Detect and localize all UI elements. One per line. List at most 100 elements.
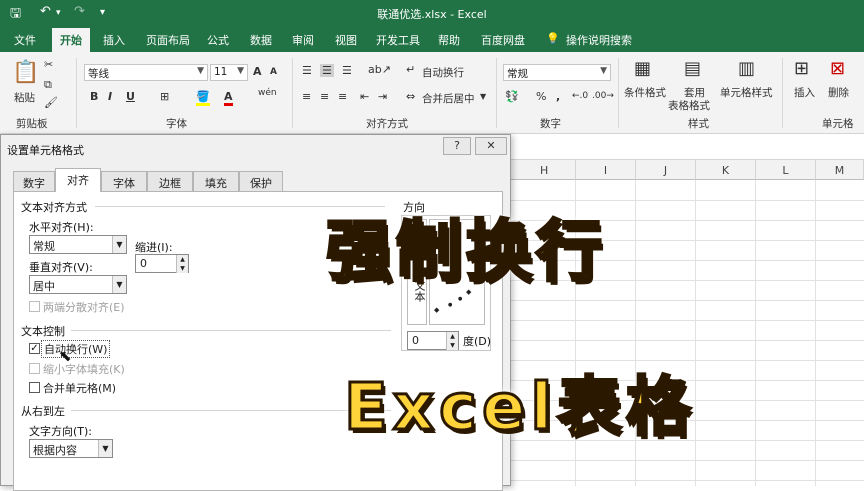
text-direction-select[interactable]: 根据内容 ▼ [29,439,113,458]
shrink-font-button[interactable]: A [270,67,277,77]
overlay-title: 强制换行 [325,212,606,292]
vertical-align-label: 垂直对齐(V): [29,261,93,274]
comma-button[interactable]: , [556,90,560,103]
cell-styles-icon[interactable]: ▥ [738,58,755,79]
spin-up-icon: ▲ [176,255,188,264]
dialog-tab-fill[interactable]: 填充 [193,171,239,191]
chevron-down-icon[interactable]: ▼ [480,92,486,101]
dialog-tab-font[interactable]: 字体 [101,171,147,191]
tab-baidu-netdisk[interactable]: 百度网盘 [481,32,525,48]
tab-home[interactable]: 开始 [52,28,90,52]
conditional-formatting-icon[interactable]: ▦ [634,58,651,79]
align-top-icon[interactable]: ☰ [302,64,312,77]
number-format-combo[interactable]: 常规 ▼ [503,64,611,81]
paste-icon[interactable]: 📋 [12,60,39,85]
wrap-text-icon[interactable]: ↵ [406,63,415,76]
column-header-m[interactable]: M [816,160,864,180]
orientation-icon[interactable]: ab↗ [368,63,391,76]
indent-spinner[interactable]: 0 ▲ ▼ [135,254,189,273]
underline-button[interactable]: U [126,90,135,103]
wrap-text-label[interactable]: 自动换行(W) [41,340,111,358]
wrap-text-checkbox[interactable]: ✓ [29,343,40,354]
tab-review[interactable]: 审阅 [292,32,314,48]
text-direction-label: 文字方向(T): [29,425,93,438]
tab-developer[interactable]: 开发工具 [376,32,420,48]
shrink-to-fit-checkbox[interactable] [29,363,40,374]
tab-page-layout[interactable]: 页面布局 [146,32,190,48]
grow-font-button[interactable]: A [253,65,262,78]
justify-distributed-checkbox[interactable] [29,301,40,312]
increase-indent-icon[interactable]: ⇥ [378,90,387,103]
shrink-to-fit-label: 缩小字体填充(K) [43,363,125,376]
borders-icon[interactable]: ⊞ [160,90,169,103]
format-as-table-line2[interactable]: 表格格式 [668,98,710,113]
merge-cells-label: 合并单元格(M) [43,382,117,395]
paste-label: 粘贴 [14,92,35,104]
align-left-icon[interactable]: ≡ [302,90,311,103]
decrease-indent-icon[interactable]: ⇤ [360,90,369,103]
bold-button[interactable]: B [90,90,98,103]
dialog-tab-number[interactable]: 数字 [13,171,55,191]
justify-distributed-label: 两端分散对齐(E) [43,301,125,314]
delete-cells-icon[interactable]: ⊠ [830,58,845,79]
insert-cells-button[interactable]: 插入 [794,85,815,100]
tab-data[interactable]: 数据 [250,32,272,48]
increase-decimal-icon[interactable]: ←.0 [572,91,588,101]
dialog-tab-protection[interactable]: 保护 [239,171,283,191]
format-painter-icon[interactable]: 🖌 [44,96,58,109]
degrees-label: 度(D) [463,335,492,348]
horizontal-align-select[interactable]: 常规 ▼ [29,235,127,254]
percent-button[interactable]: % [536,90,546,103]
group-font-label: 字体 [166,118,187,130]
column-header-l[interactable]: L [756,160,816,180]
horizontal-align-label: 水平对齐(H): [29,221,94,234]
delete-cells-button[interactable]: 删除 [828,85,849,100]
dial-point-icon: ● [458,296,463,302]
font-name-combo[interactable]: 等线 ▼ [84,64,208,81]
column-header-k[interactable]: K [696,160,756,180]
chevron-down-icon: ▼ [197,66,204,76]
dialog-tab-alignment[interactable]: 对齐 [55,168,101,192]
phonetic-icon[interactable]: wén [258,88,277,98]
tab-formulas[interactable]: 公式 [207,32,229,48]
tell-me-search[interactable]: 操作说明搜索 [566,32,632,48]
merge-center-button[interactable]: 合并后居中 [422,91,475,106]
group-cells-label: 单元格 [822,118,854,130]
column-header-h[interactable]: H [508,160,576,180]
rtl-section: 从右到左 [21,405,65,418]
font-size-combo[interactable]: 11 ▼ [210,64,248,81]
align-middle-icon[interactable]: ☰ [320,64,334,77]
vertical-align-select[interactable]: 居中 ▼ [29,275,127,294]
italic-button[interactable]: I [108,90,112,103]
cell-styles-button[interactable]: 单元格样式 [720,85,773,100]
font-color-icon[interactable]: A [224,90,233,106]
wrap-text-button[interactable]: 自动换行 [422,65,464,80]
group-alignment-label: 对齐方式 [366,118,408,130]
align-right-icon[interactable]: ≡ [338,90,347,103]
column-header-j[interactable]: J [636,160,696,180]
cut-icon[interactable]: ✂ [44,58,53,71]
column-header-i[interactable]: I [576,160,636,180]
fill-color-icon[interactable]: 🪣 [196,90,210,106]
merge-cells-checkbox[interactable] [29,382,40,393]
text-control-section: 文本控制 [21,325,65,338]
tab-insert[interactable]: 插入 [103,32,125,48]
close-button[interactable]: ✕ [475,137,507,155]
window-title: 联通优选.xlsx - Excel [377,8,487,21]
decrease-decimal-icon[interactable]: .00→ [592,91,614,101]
conditional-formatting-button[interactable]: 条件格式 [624,85,666,100]
dialog-tab-border[interactable]: 边框 [147,171,193,191]
tab-view[interactable]: 视图 [335,32,357,48]
format-as-table-icon[interactable]: ▤ [684,58,701,79]
insert-cells-icon[interactable]: ⊞ [794,58,809,79]
tab-help[interactable]: 帮助 [438,32,460,48]
align-center-icon[interactable]: ≡ [320,90,329,103]
ribbon: 📋 粘贴 ✂ ⧉ 🖌 剪贴板 等线 ▼ 11 ▼ A A B I U ⊞ 🪣 A w… [0,52,864,134]
tab-file[interactable]: 文件 [14,32,36,48]
copy-icon[interactable]: ⧉ [44,78,52,92]
accounting-format-icon[interactable]: 💱 [505,90,519,103]
degrees-spinner[interactable]: 0 ▲ ▼ [407,331,459,350]
merge-center-icon[interactable]: ⇔ [406,90,415,103]
help-button[interactable]: ? [443,137,471,155]
align-bottom-icon[interactable]: ☰ [342,64,352,77]
